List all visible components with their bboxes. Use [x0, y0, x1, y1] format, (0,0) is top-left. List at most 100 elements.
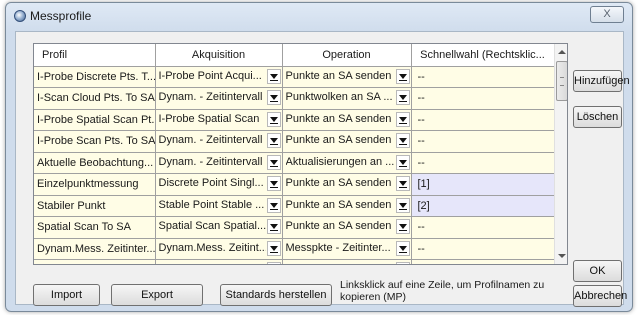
dropdown-arrow-icon[interactable]	[266, 133, 281, 149]
cancel-button[interactable]: Abbrechen	[573, 285, 627, 307]
dropdown-arrow-icon[interactable]	[395, 90, 410, 106]
table-row[interactable]: Aktuelle Beobachtung... Dynam. - Zeitinte…	[34, 152, 555, 174]
profile-name-cell[interactable]: Stabiler Punkt	[34, 195, 156, 217]
profile-name-cell[interactable]: Spatial Scan To SA	[34, 216, 156, 239]
operation-value: Punkte an SA senden	[285, 220, 392, 233]
profile-name-cell[interactable]: Dynam.Mess. Zeitinter...	[34, 238, 156, 260]
quick-select-cell[interactable]: --	[411, 238, 555, 260]
dropdown-arrow-icon[interactable]	[266, 219, 281, 235]
akquisition-dropdown-cell[interactable]: Stable Point Stable ...	[155, 195, 283, 217]
profile-name-cell[interactable]: I-Probe Scan Pts. To SA	[34, 130, 156, 153]
akquisition-dropdown-cell[interactable]: Dynam. - Zeitintervall	[155, 87, 283, 110]
column-header-profil[interactable]: Profil	[34, 44, 156, 67]
quick-select-cell[interactable]: --	[411, 259, 555, 265]
quick-select-cell[interactable]: --	[411, 216, 555, 239]
quick-select-cell[interactable]: --	[411, 130, 555, 153]
delete-button[interactable]: Löschen	[573, 106, 622, 128]
quick-select-cell[interactable]: [2]	[411, 195, 555, 217]
akquisition-dropdown-cell[interactable]: I-Probe Spatial Scan	[155, 109, 283, 131]
scroll-down-arrow-icon[interactable]	[555, 248, 567, 264]
title-bar[interactable]: Messprofile X	[6, 3, 632, 31]
profile-name-cell[interactable]: I-Scan Cloud Pts. To SA	[34, 87, 156, 110]
akquisition-value: Dynam. - Zeitintervall	[158, 91, 263, 104]
quick-select-cell[interactable]: --	[411, 152, 555, 174]
operation-dropdown-cell[interactable]: Messpkte - Zeitinter...	[282, 238, 412, 260]
dropdown-arrow-icon[interactable]	[266, 197, 281, 213]
quick-select-cell[interactable]: --	[411, 87, 555, 110]
dropdown-arrow-icon[interactable]	[395, 262, 410, 264]
dropdown-arrow-icon[interactable]	[266, 68, 281, 84]
quick-select-value: --	[417, 113, 425, 126]
dropdown-arrow-icon[interactable]	[266, 111, 281, 127]
import-button[interactable]: Import	[33, 284, 100, 306]
dropdown-arrow-icon[interactable]	[395, 111, 410, 127]
export-button[interactable]: Export	[111, 284, 203, 306]
quick-select-value: [1]	[417, 178, 430, 191]
dropdown-arrow-icon[interactable]	[395, 133, 410, 149]
table-row[interactable]: Dynam.Mess. Zeitinter... Dynam.Mess. Zeit…	[34, 238, 555, 260]
quick-select-cell[interactable]: [1]	[411, 173, 555, 196]
dropdown-arrow-icon[interactable]	[395, 154, 410, 170]
dropdown-arrow-icon[interactable]	[266, 176, 281, 192]
dropdown-arrow-icon[interactable]	[395, 68, 410, 84]
operation-value: Punkte an SA senden	[286, 263, 395, 264]
dropdown-arrow-icon[interactable]	[266, 154, 281, 170]
profile-name-cell[interactable]: Einzelpunktmessung	[34, 173, 156, 196]
close-button[interactable]: X	[590, 6, 624, 23]
akquisition-dropdown-cell[interactable]: I-Probe Point Acqui...	[155, 66, 283, 88]
akquisition-dropdown-cell[interactable]: Vid. Trig.	[155, 259, 283, 264]
quick-select-value: --	[415, 264, 425, 265]
dropdown-arrow-icon[interactable]	[266, 262, 281, 264]
akquisition-dropdown-cell[interactable]: Spatial Scan Spatial...	[155, 216, 283, 239]
hint-text: Linksklick auf eine Zeile, um Profilname…	[340, 279, 545, 303]
table-row[interactable]: Vid. Trig.Vid. Trig. Punkte an SA senden -…	[34, 259, 555, 265]
profile-name-cell[interactable]: I-Probe Spatial Scan Pt...	[34, 109, 156, 131]
operation-dropdown-cell[interactable]: Punkte an SA senden	[282, 130, 412, 153]
operation-dropdown-cell[interactable]: Punktwolken an SA ...	[282, 87, 412, 110]
dropdown-arrow-icon[interactable]	[395, 197, 410, 213]
column-header-operation[interactable]: Operation	[282, 44, 412, 67]
ok-button[interactable]: OK	[573, 260, 622, 282]
profile-name-cell[interactable]: Vid. Trig.	[34, 259, 156, 264]
table-row[interactable]: Einzelpunktmessung Discrete Point Singl..…	[34, 173, 555, 196]
table-row[interactable]: I-Scan Cloud Pts. To SA Dynam. - Zeitinte…	[34, 87, 555, 110]
scroll-up-arrow-icon[interactable]	[555, 44, 567, 60]
column-header-akquisition[interactable]: Akquisition	[155, 44, 283, 67]
profiles-grid: Profil Akquisition Operation Schnellwahl…	[33, 43, 568, 265]
operation-dropdown-cell[interactable]: Punkte an SA senden	[282, 259, 412, 264]
dropdown-arrow-icon[interactable]	[395, 240, 410, 256]
column-header-schnellwahl[interactable]: Schnellwahl (Rechtsklic...	[411, 44, 555, 67]
restore-defaults-button[interactable]: Standards herstellen	[220, 284, 332, 306]
profile-name-cell[interactable]: I-Probe Discrete Pts. T...	[34, 66, 156, 88]
akquisition-dropdown-cell[interactable]: Discrete Point Singl...	[155, 173, 283, 196]
table-row[interactable]: Spatial Scan To SA Spatial Scan Spatial..…	[34, 216, 555, 239]
table-row[interactable]: I-Probe Scan Pts. To SA Dynam. - Zeitinte…	[34, 130, 555, 153]
dropdown-arrow-icon[interactable]	[395, 176, 410, 192]
operation-dropdown-cell[interactable]: Punkte an SA senden	[282, 109, 412, 131]
operation-dropdown-cell[interactable]: Punkte an SA senden	[282, 66, 412, 88]
table-row[interactable]: Stabiler Punkt Stable Point Stable ... Pun…	[34, 195, 555, 217]
akquisition-dropdown-cell[interactable]: Dynam. - Zeitintervall	[155, 130, 283, 153]
akquisition-dropdown-cell[interactable]: Dynam.Mess. Zeitint...	[155, 238, 283, 260]
operation-dropdown-cell[interactable]: Punkte an SA senden	[282, 216, 412, 239]
table-row[interactable]: I-Probe Discrete Pts. T... I-Probe Point …	[34, 66, 555, 88]
scroll-thumb[interactable]	[556, 61, 567, 101]
quick-select-cell[interactable]: --	[411, 66, 555, 88]
profile-name-cell[interactable]: Aktuelle Beobachtung...	[34, 152, 156, 174]
operation-dropdown-cell[interactable]: Punkte an SA senden	[282, 173, 412, 196]
akquisition-value: Discrete Point Singl...	[158, 177, 264, 190]
akquisition-dropdown-cell[interactable]: Dynam. - Zeitintervall	[155, 152, 283, 174]
dropdown-arrow-icon[interactable]	[266, 240, 281, 256]
dropdown-arrow-icon[interactable]	[266, 90, 281, 106]
quick-select-cell[interactable]: --	[411, 109, 555, 131]
quick-select-value: --	[417, 70, 425, 83]
operation-dropdown-cell[interactable]: Punkte an SA senden	[282, 195, 412, 217]
add-button[interactable]: Hinzufügen	[573, 70, 630, 92]
dialog-client-area: Profil Akquisition Operation Schnellwahl…	[15, 31, 630, 307]
vertical-scrollbar[interactable]	[554, 44, 567, 264]
dropdown-arrow-icon[interactable]	[395, 219, 410, 235]
quick-select-value: --	[417, 92, 425, 105]
operation-dropdown-cell[interactable]: Aktualisierungen an ...	[282, 152, 412, 174]
table-row[interactable]: I-Probe Spatial Scan Pt... I-Probe Spatia…	[34, 109, 555, 131]
messprofile-dialog: Messprofile X Profil Akquisition Operati…	[5, 2, 633, 312]
